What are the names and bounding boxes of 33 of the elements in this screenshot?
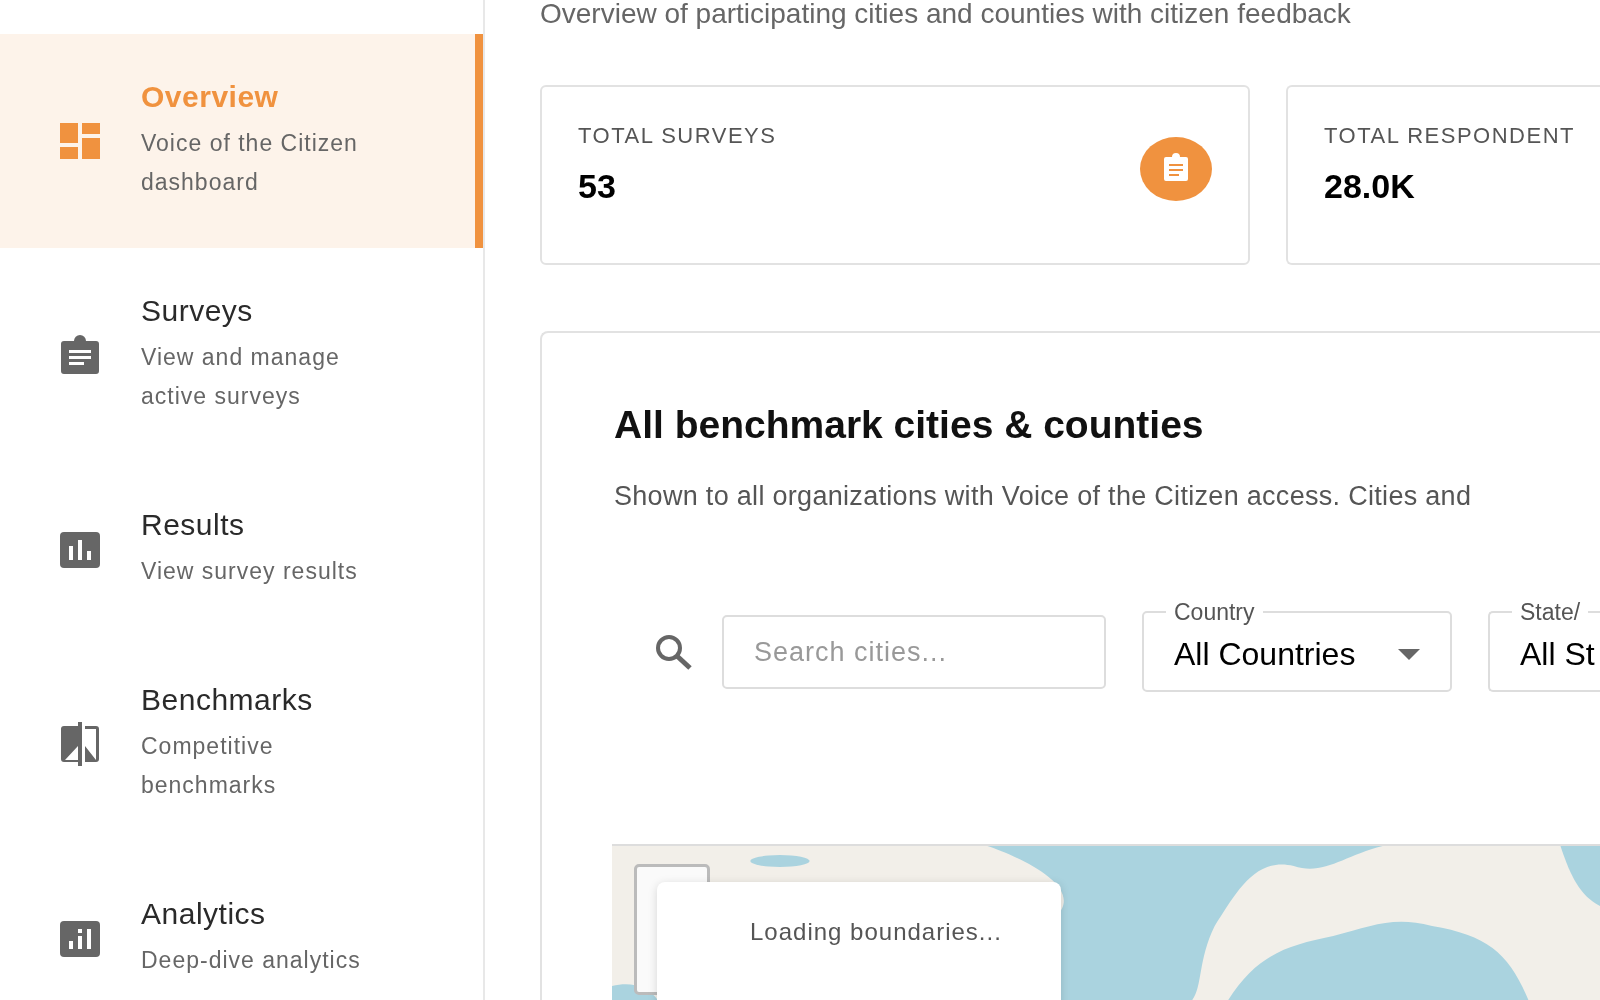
clipboard-icon	[60, 335, 100, 375]
analytics-icon	[60, 920, 100, 957]
nav-title: Overview	[141, 80, 280, 114]
caret-icon	[1398, 648, 1420, 660]
loading-text: Loading boundaries...	[750, 918, 1002, 945]
field-label: State/	[1519, 598, 1582, 626]
nav-item[interactable]: Analytics Deep-dive analytics	[0, 851, 483, 1000]
field-label: Country	[1173, 598, 1256, 626]
nav-title: Analytics	[141, 897, 267, 931]
stat-value: 28.0K	[1324, 167, 1416, 206]
nav-item[interactable]: Results View survey results	[0, 462, 483, 637]
dashboard-icon	[60, 123, 100, 159]
nav-subtitle: Voice of the Citizen dashboard	[141, 129, 359, 197]
clipboard-icon	[1140, 137, 1212, 201]
nav-subtitle: View survey results	[141, 557, 359, 586]
bar-chart-icon	[60, 531, 100, 568]
section-description: Shown to all organizations with Voice of the Citizen access. Cities and	[614, 481, 1473, 512]
nav-title: Surveys	[141, 294, 254, 328]
stat-label: TOTAL RESPONDENT	[1324, 123, 1575, 149]
search-field[interactable]: Search cities...	[722, 615, 1106, 689]
page-subtitle: Overview of participating cities and counties with citizen feedback	[540, 0, 1352, 28]
stat-value: 53	[578, 167, 617, 206]
nav-subtitle: View and manage active surveys	[141, 343, 341, 411]
nav-subtitle: Deep-dive analytics	[141, 946, 362, 975]
nav-item[interactable]: Overview Voice of the Citizen dashboard	[0, 34, 483, 248]
compare-icon	[60, 722, 100, 766]
nav-subtitle: Competitive benchmarks	[141, 732, 278, 800]
nav-item[interactable]: Benchmarks Competitive benchmarks	[0, 637, 483, 851]
section-title: All benchmark cities & counties	[614, 403, 1205, 447]
stat-label: TOTAL SURVEYS	[578, 123, 777, 149]
nav-item[interactable]: Surveys View and manage active surveys	[0, 248, 483, 462]
nav-title: Results	[141, 508, 246, 542]
nav-title: Benchmarks	[141, 683, 314, 717]
